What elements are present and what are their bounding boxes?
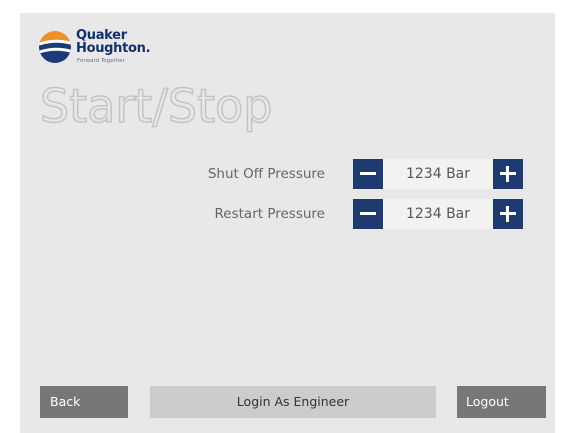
logo-mark-icon xyxy=(39,31,71,63)
back-button[interactable]: Back xyxy=(40,386,128,418)
shut-off-pressure-decrement-button[interactable] xyxy=(353,159,383,189)
restart-pressure-increment-button[interactable] xyxy=(493,199,523,229)
restart-pressure-stepper: 1234 Bar xyxy=(353,199,523,229)
brand-tagline: Forward Together xyxy=(77,58,125,64)
restart-pressure-row: Restart Pressure 1234 Bar xyxy=(20,199,555,229)
shut-off-pressure-label: Shut Off Pressure xyxy=(207,166,325,182)
minus-icon xyxy=(360,172,376,175)
shut-off-pressure-row: Shut Off Pressure 1234 Bar xyxy=(20,159,555,189)
login-as-engineer-button[interactable]: Login As Engineer xyxy=(150,386,436,418)
restart-pressure-label: Restart Pressure xyxy=(214,206,325,222)
minus-icon xyxy=(360,212,376,215)
logout-button[interactable]: Logout xyxy=(457,386,546,418)
shut-off-pressure-stepper: 1234 Bar xyxy=(353,159,523,189)
page-title: Start/Stop xyxy=(39,78,273,134)
restart-pressure-decrement-button[interactable] xyxy=(353,199,383,229)
shut-off-pressure-increment-button[interactable] xyxy=(493,159,523,189)
restart-pressure-value[interactable]: 1234 Bar xyxy=(383,199,493,229)
shut-off-pressure-value[interactable]: 1234 Bar xyxy=(383,159,493,189)
brand-name-line2: Houghton. xyxy=(76,41,151,56)
brand-logo: Quaker Houghton. Forward Together xyxy=(38,29,168,80)
main-panel: Quaker Houghton. Forward Together Start/… xyxy=(20,13,555,433)
